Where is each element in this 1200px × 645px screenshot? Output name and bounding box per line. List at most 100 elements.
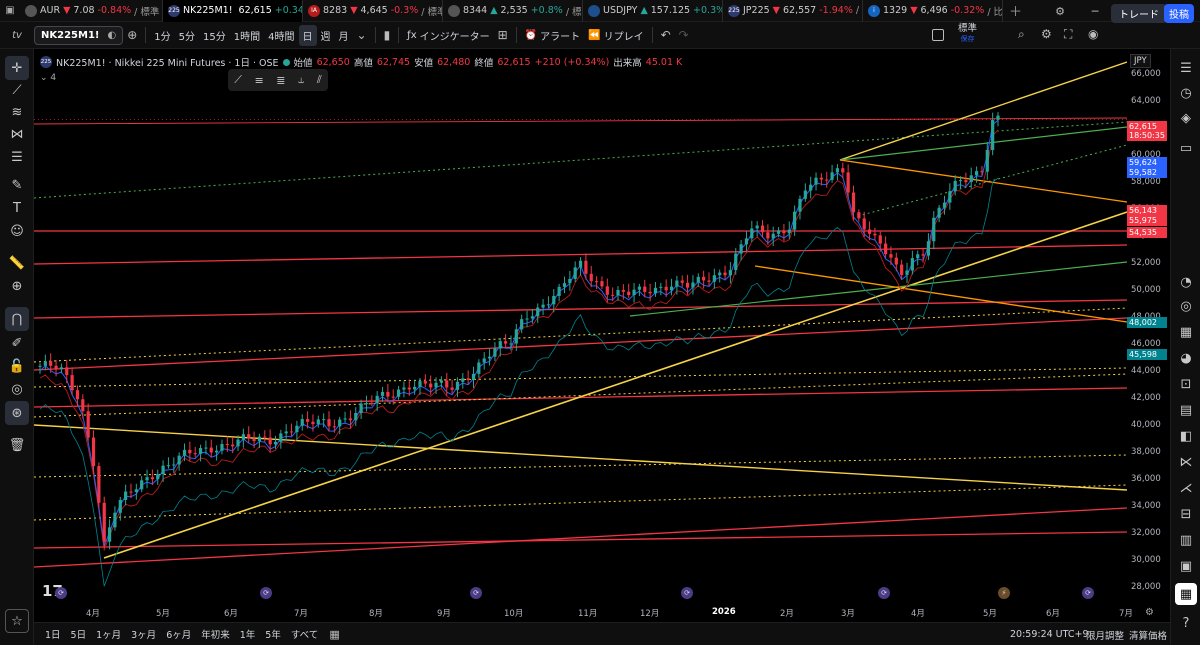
measure-icon[interactable]: ☰ <box>5 145 29 169</box>
event-marker-icon[interactable]: ⟳ <box>1082 587 1094 599</box>
globe-icon[interactable]: ⊛ <box>5 401 29 425</box>
range-8[interactable]: すべて <box>286 627 323 641</box>
trendline-icon[interactable]: ⟋ <box>5 78 29 102</box>
stack-icon[interactable]: ▣ <box>1175 555 1197 577</box>
interval-6[interactable]: 週 <box>317 28 335 43</box>
forecast-icon[interactable]: ⋉ <box>1175 451 1197 473</box>
tab-aur[interactable]: AUR▼7.08-0.84%/ 標準✕ <box>20 0 163 22</box>
alerts-clock-icon[interactable]: ◷ <box>1175 82 1197 104</box>
scan-icon[interactable]: ⊡ <box>1175 373 1197 395</box>
eye-icon[interactable]: ◎ <box>5 377 29 401</box>
interval-5[interactable]: 日 <box>298 24 317 46</box>
text-icon[interactable]: T <box>5 196 29 220</box>
interval-3[interactable]: 1時間 <box>230 28 264 43</box>
settings-gear-icon[interactable]: ⚙ <box>1041 27 1052 41</box>
lock-icon[interactable]: 🔓 <box>5 354 29 378</box>
notebook-icon[interactable]: ▤ <box>1175 399 1197 421</box>
range-2[interactable]: 1ヶ月 <box>91 627 126 641</box>
range-4[interactable]: 6ヶ月 <box>161 627 196 641</box>
interval-2[interactable]: 15分 <box>199 28 230 43</box>
chat-icon[interactable]: ▭ <box>1175 137 1197 159</box>
candle-style-icon[interactable]: ▮ <box>380 28 395 42</box>
help-icon[interactable]: ? <box>1175 612 1197 634</box>
settlement-price[interactable]: 清算価格 <box>1129 623 1167 645</box>
pine-icon[interactable]: ⊟ <box>1175 503 1197 525</box>
event-marker-icon[interactable]: ⟳ <box>681 587 693 599</box>
templates-icon[interactable]: ⊞ <box>494 28 512 42</box>
alert-button[interactable]: ⏰ アラート <box>521 28 584 43</box>
session-adjust[interactable]: 限月調整 <box>1086 623 1124 645</box>
fib-icon[interactable]: ≋ <box>5 100 29 124</box>
zoom-in-icon[interactable]: ⊕ <box>5 274 29 298</box>
speedometer-icon[interactable]: ◔ <box>1175 271 1197 293</box>
pencil-lock-icon[interactable]: ✐ <box>5 331 29 355</box>
earnings-marker-icon[interactable]: ⚡ <box>998 587 1010 599</box>
tab-usdjpy[interactable]: USDJPY▲157.125+0.3%/✕ <box>583 0 723 22</box>
interval-7[interactable]: 月 <box>335 28 353 43</box>
tab-jp225[interactable]: 225JP225▼62,557-1.94%/✕ <box>723 0 863 22</box>
bar-chart-icon[interactable]: ▥ <box>1175 529 1197 551</box>
chart-icon[interactable]: ▣ <box>0 0 20 22</box>
range-6[interactable]: 1年 <box>235 627 261 641</box>
tab-1329[interactable]: i1329▼6,496-0.32%/ 比較✕ <box>863 0 1003 22</box>
magnet-icon[interactable]: ⋂ <box>5 307 29 331</box>
tab-8344[interactable]: 8344▲2,535+0.8%/ 標準✕ <box>443 0 583 22</box>
undo-icon[interactable]: ↶ <box>657 28 675 42</box>
ruler-icon[interactable]: 📏 <box>5 251 29 275</box>
price-scale[interactable]: 66,00064,00062,00060,00058,00056,00054,0… <box>1127 53 1170 606</box>
minimize-icon[interactable]: ─ <box>1080 0 1110 22</box>
compare-add-icon[interactable]: ⊕ <box>123 28 141 42</box>
indicator-count[interactable]: ⌄ 4 <box>40 73 56 83</box>
camera-icon[interactable]: ◉ <box>1088 27 1098 41</box>
range-3[interactable]: 3ヶ月 <box>126 627 161 641</box>
trash-icon[interactable]: 🗑 <box>5 433 29 457</box>
layout-name[interactable]: 標準 保存 <box>958 24 977 44</box>
event-marker-icon[interactable]: ⟳ <box>260 587 272 599</box>
crosshair-icon[interactable]: ✛ <box>5 56 29 80</box>
calendar-icon[interactable]: ▦ <box>1175 321 1197 343</box>
range-1[interactable]: 5日 <box>66 627 92 641</box>
tab-8283[interactable]: IA8283▼4,645-0.3%/ 標準✕ <box>303 0 443 22</box>
quick-search-icon[interactable]: ⌕ <box>1018 27 1025 42</box>
grid-menu-icon[interactable]: ▦ <box>1175 583 1197 605</box>
layout-icon[interactable] <box>932 29 944 41</box>
clock[interactable]: 20:59:24 UTC+9 <box>1010 623 1089 645</box>
publish-button[interactable]: 投稿 <box>1164 4 1194 23</box>
flip-icon[interactable]: ◧ <box>1175 425 1197 447</box>
range-0[interactable]: 1日 <box>40 627 66 641</box>
fullscreen-icon[interactable]: ⛶ <box>1064 27 1072 42</box>
line-tool-icon[interactable]: ⟋ <box>234 73 242 87</box>
symbol-search[interactable]: NK225M1! ◐ <box>34 25 124 45</box>
redo-icon[interactable]: ↷ <box>675 28 693 42</box>
interval-0[interactable]: 1分 <box>150 28 174 43</box>
event-marker-icon[interactable]: ⟳ <box>878 587 890 599</box>
watchlist-icon[interactable]: ☰ <box>1175 57 1197 79</box>
brush-icon[interactable]: ✎ <box>5 173 29 197</box>
add-tab-icon[interactable]: ＋ <box>1003 1 1028 20</box>
axis-settings-icon[interactable]: ⚙ <box>1145 607 1154 618</box>
price-chart[interactable] <box>34 53 1127 606</box>
range-5[interactable]: 年初来 <box>196 627 235 641</box>
interval-1[interactable]: 5分 <box>175 28 199 43</box>
pitchfork-tool-icon[interactable]: ⫽ <box>317 73 322 87</box>
interval-dropdown-icon[interactable]: ⌄ <box>353 28 371 42</box>
pattern-icon[interactable]: ⋈ <box>5 122 29 146</box>
settings-icon[interactable]: ⚙ <box>1045 0 1075 22</box>
curve-tool-icon[interactable]: ⥿ <box>298 73 304 87</box>
event-marker-icon[interactable]: ⟳ <box>55 587 67 599</box>
emoji-icon[interactable]: ☺ <box>5 219 29 243</box>
date-range-icon[interactable]: ▦ <box>323 628 339 641</box>
favorites-star-icon[interactable]: ☆ <box>5 609 29 633</box>
event-marker-icon[interactable]: ⟳ <box>470 587 482 599</box>
trade-button[interactable]: トレード <box>1111 4 1167 23</box>
legend-title[interactable]: NK225M1! · Nikkei 225 Mini Futures · 1日 … <box>56 55 279 69</box>
range-7[interactable]: 5年 <box>260 627 286 641</box>
strategy-icon[interactable]: ⋌ <box>1175 477 1197 499</box>
indicators-button[interactable]: ƒx インジケーター <box>403 28 493 43</box>
interval-4[interactable]: 4時間 <box>264 28 298 43</box>
replay-button[interactable]: ⏪ リプレイ <box>584 28 647 43</box>
target-icon[interactable]: ◎ <box>1175 295 1197 317</box>
pie-icon[interactable]: ◕ <box>1175 347 1197 369</box>
tab-nk225m1![interactable]: 225NK225M1!62,615+0.34%✕ <box>163 0 303 22</box>
layers-icon[interactable]: ◈ <box>1175 107 1197 129</box>
